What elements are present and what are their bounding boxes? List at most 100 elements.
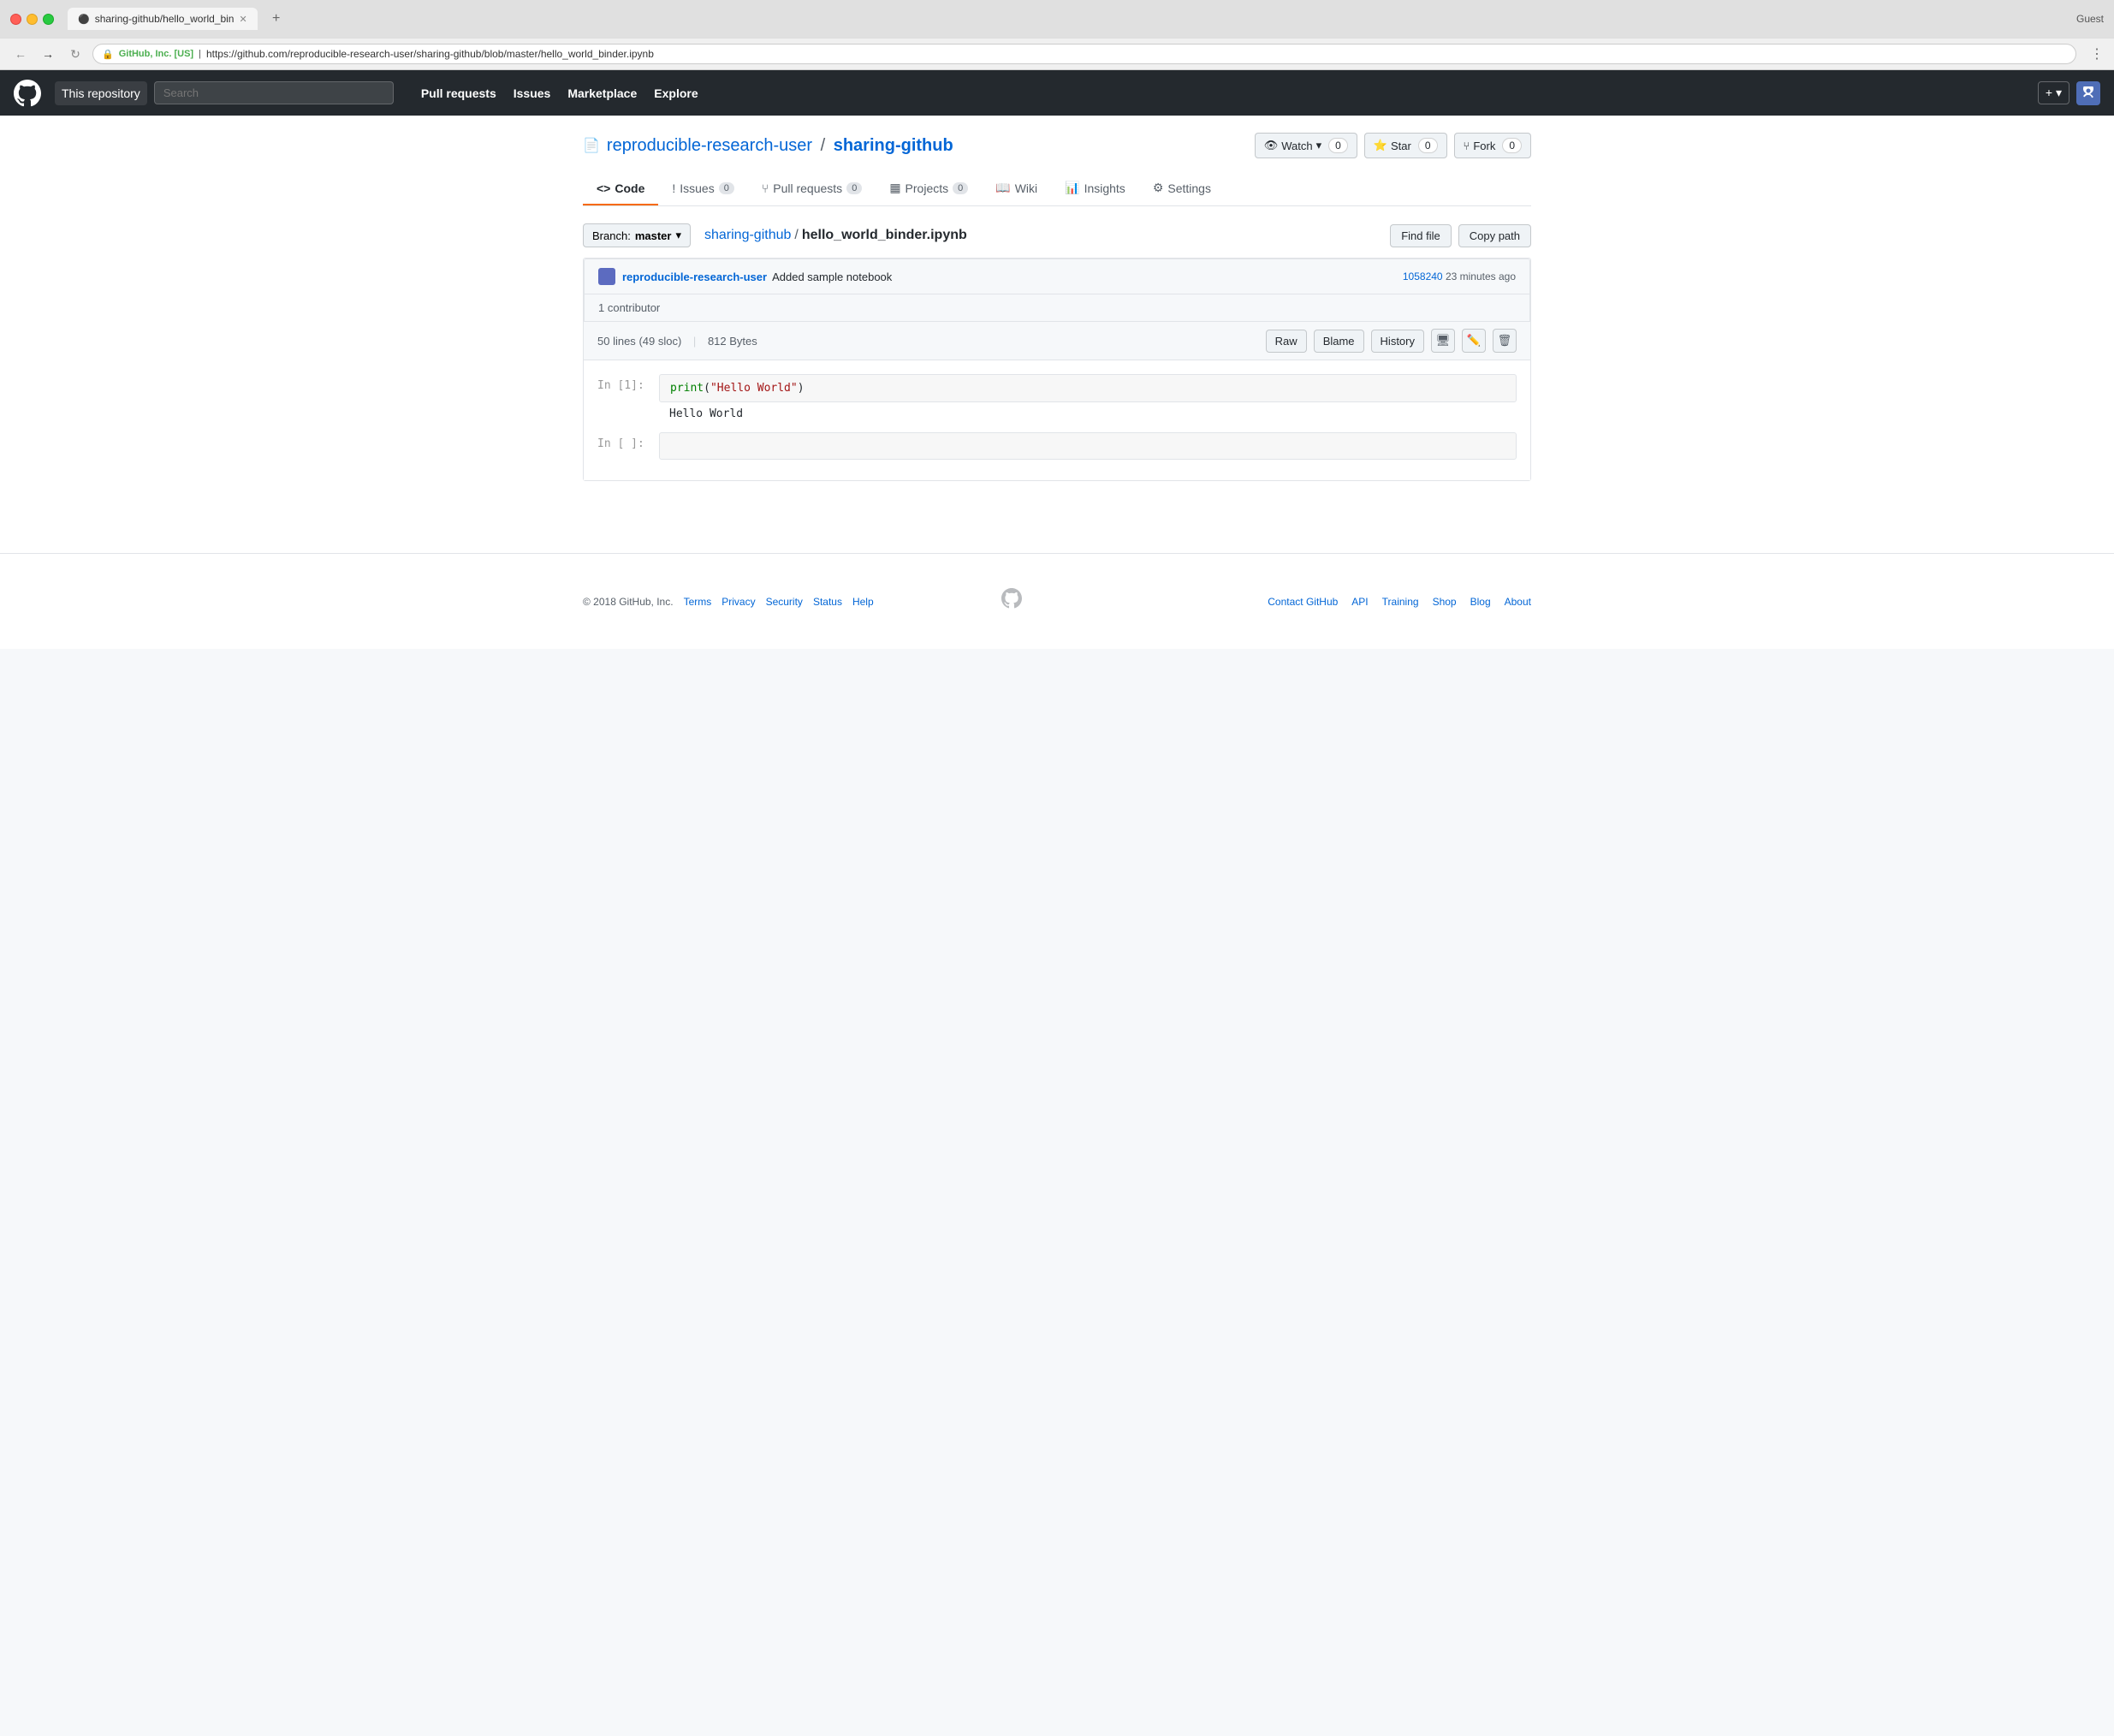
refresh-button[interactable]: ↻	[65, 44, 86, 64]
content-wrapper: 📄 reproducible-research-user / sharing-g…	[569, 116, 1545, 519]
display-icon: 🖥	[1436, 334, 1451, 348]
file-commit-message: Added sample notebook	[772, 271, 892, 283]
file-path-repo-link[interactable]: sharing-github	[704, 228, 791, 243]
close-dot[interactable]	[10, 14, 21, 25]
tab-projects[interactable]: ▦ Projects 0	[876, 172, 982, 205]
info-separator: |	[693, 335, 696, 348]
footer-link-contact[interactable]: Contact GitHub	[1268, 596, 1338, 608]
file-commit-meta: 1058240 23 minutes ago	[1403, 271, 1516, 282]
more-options-button[interactable]: ⋮	[2090, 45, 2104, 62]
notebook-cell-1: In [1]: print("Hello World") Hello World	[597, 374, 1517, 425]
branch-arrow-icon: ▾	[675, 229, 681, 242]
repo-header: 📄 reproducible-research-user / sharing-g…	[583, 133, 1531, 158]
code-string: "Hello World"	[710, 382, 798, 395]
nav-pull-requests[interactable]: Pull requests	[421, 86, 496, 100]
copy-path-button[interactable]: Copy path	[1458, 224, 1531, 247]
repo-icon: 📄	[583, 137, 600, 154]
new-tab-button[interactable]: +	[264, 7, 288, 31]
tab-code[interactable]: <> Code	[583, 172, 658, 205]
tab-settings[interactable]: ⚙ Settings	[1139, 172, 1225, 205]
file-path: sharing-github / hello_world_binder.ipyn…	[704, 228, 1390, 243]
star-button[interactable]: ⭐ Star 0	[1364, 133, 1447, 158]
pr-icon: ⑂	[762, 181, 769, 195]
footer-right: Contact GitHub API Training Shop Blog Ab…	[1268, 596, 1531, 608]
find-file-button[interactable]: Find file	[1390, 224, 1452, 247]
branch-selector[interactable]: Branch: master ▾	[583, 223, 691, 247]
github-logo[interactable]	[14, 80, 41, 107]
file-contributors: 1 contributor	[584, 294, 1530, 322]
main-content: 📄 reproducible-research-user / sharing-g…	[0, 116, 2114, 649]
watch-label: Watch	[1281, 140, 1312, 152]
repo-name-link[interactable]: sharing-github	[834, 136, 953, 155]
browser-toolbar: ← → ↻ 🔒 GitHub, Inc. [US] | https://gith…	[0, 38, 2114, 69]
pencil-icon: ✏️	[1467, 334, 1482, 348]
file-author-link[interactable]: reproducible-research-user	[622, 271, 767, 283]
branch-name: master	[635, 229, 672, 242]
cell2-code	[659, 432, 1517, 460]
history-button[interactable]: History	[1371, 330, 1424, 353]
code-fn-name: print	[670, 382, 704, 395]
maximize-dot[interactable]	[43, 14, 54, 25]
repo-owner-link[interactable]: reproducible-research-user	[607, 136, 812, 155]
address-bar[interactable]: 🔒 GitHub, Inc. [US] | https://github.com…	[92, 44, 2076, 64]
footer-link-training[interactable]: Training	[1382, 596, 1419, 608]
tab-close-icon[interactable]: ✕	[239, 14, 246, 25]
tab-insights-label: Insights	[1084, 181, 1125, 195]
cell1-content: print("Hello World") Hello World	[659, 374, 1517, 425]
footer-link-about[interactable]: About	[1505, 596, 1531, 608]
header-actions: + ▾	[2038, 81, 2100, 105]
watch-count: 0	[1328, 138, 1348, 153]
new-item-button[interactable]: + ▾	[2038, 81, 2069, 104]
footer-link-status[interactable]: Status	[813, 596, 842, 608]
footer-link-security[interactable]: Security	[766, 596, 803, 608]
footer-left: © 2018 GitHub, Inc. Terms Privacy Securi…	[583, 596, 874, 608]
sloc-count: (49 sloc)	[638, 335, 681, 348]
file-content-header: 50 lines (49 sloc) | 812 Bytes Raw Blame…	[584, 322, 1530, 360]
watch-button[interactable]: 👁 Watch ▾ 0	[1255, 133, 1357, 158]
repo-actions: 👁 Watch ▾ 0 ⭐ Star 0 ⑂ Fork 0	[1255, 133, 1531, 158]
tab-pull-requests[interactable]: ⑂ Pull requests 0	[748, 172, 876, 205]
tab-projects-label: Projects	[906, 181, 949, 195]
commit-sha-link[interactable]: 1058240	[1403, 271, 1443, 282]
file-content-wrapper: reproducible-research-user Added sample …	[583, 258, 1531, 481]
delete-button[interactable]: 🗑	[1493, 329, 1517, 353]
footer-link-help[interactable]: Help	[852, 596, 874, 608]
projects-badge: 0	[953, 182, 968, 194]
tab-code-label: Code	[615, 181, 644, 195]
code-close-paren: )	[798, 382, 805, 395]
notebook-content: In [1]: print("Hello World") Hello World…	[584, 360, 1530, 480]
nav-issues[interactable]: Issues	[514, 86, 551, 100]
footer-link-privacy[interactable]: Privacy	[721, 596, 755, 608]
nav-explore[interactable]: Explore	[654, 86, 698, 100]
footer-link-api[interactable]: API	[1351, 596, 1368, 608]
back-button[interactable]: ←	[10, 44, 31, 64]
breadcrumb: reproducible-research-user / sharing-git…	[607, 136, 953, 156]
browser-tab[interactable]: ⚫ sharing-github/hello_world_bin ✕	[68, 8, 258, 30]
tab-favicon: ⚫	[78, 14, 90, 25]
this-repo-label[interactable]: This repository	[55, 81, 147, 105]
secure-label: GitHub, Inc. [US]	[119, 49, 193, 59]
user-avatar[interactable]	[2076, 81, 2100, 105]
browser-dots	[10, 14, 54, 25]
file-info-bar: reproducible-research-user Added sample …	[584, 259, 1530, 294]
search-input[interactable]	[154, 81, 394, 104]
tab-wiki[interactable]: 📖 Wiki	[982, 172, 1051, 205]
raw-button[interactable]: Raw	[1266, 330, 1307, 353]
file-nav-actions: Find file Copy path	[1390, 224, 1531, 247]
tab-issues[interactable]: ! Issues 0	[658, 172, 747, 205]
edit-button[interactable]: ✏️	[1462, 329, 1486, 353]
footer-link-terms[interactable]: Terms	[684, 596, 712, 608]
file-content-info: 50 lines (49 sloc) | 812 Bytes	[597, 335, 1266, 348]
blame-button[interactable]: Blame	[1314, 330, 1364, 353]
tab-insights[interactable]: 📊 Insights	[1051, 172, 1139, 205]
file-content-actions: Raw Blame History 🖥 ✏️ 🗑	[1266, 329, 1517, 353]
code-icon: <>	[597, 181, 610, 195]
fork-button[interactable]: ⑂ Fork 0	[1454, 133, 1532, 158]
nav-marketplace[interactable]: Marketplace	[567, 86, 637, 100]
footer-link-shop[interactable]: Shop	[1433, 596, 1457, 608]
display-button[interactable]: 🖥	[1431, 329, 1455, 353]
footer-link-blog[interactable]: Blog	[1470, 596, 1491, 608]
minimize-dot[interactable]	[27, 14, 38, 25]
forward-button[interactable]: →	[38, 44, 58, 64]
footer-inner: © 2018 GitHub, Inc. Terms Privacy Securi…	[569, 588, 1545, 615]
